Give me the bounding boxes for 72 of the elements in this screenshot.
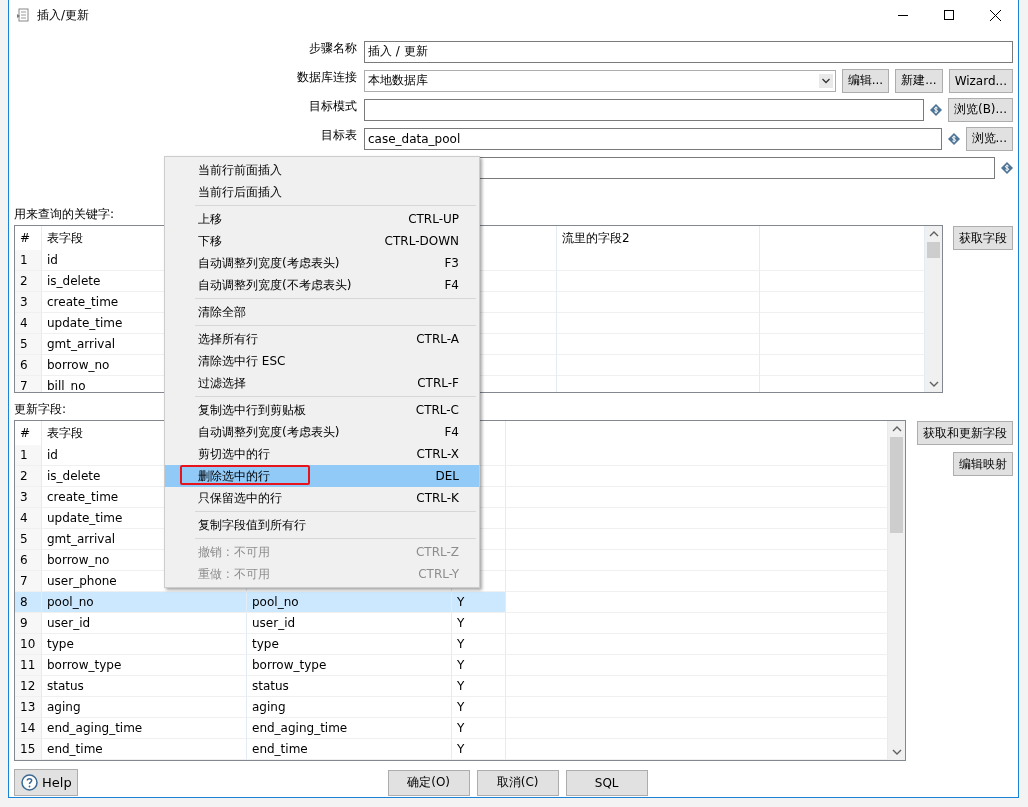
table-cell: end_time [247, 739, 452, 760]
table-row[interactable]: 14 end_aging_time end_aging_time Y [15, 718, 888, 739]
row-number: 3 [15, 487, 42, 508]
menu-item[interactable]: 当前行后面插入 [165, 181, 479, 203]
browse-button[interactable]: 浏览... [965, 126, 1013, 151]
row-number: 14 [15, 718, 42, 739]
section-label: 更新字段: [14, 401, 67, 418]
table-row[interactable]: 9 user_id user_id Y [15, 613, 888, 634]
row-number: 1 [15, 445, 42, 466]
row-number: 6 [15, 355, 42, 376]
text-field[interactable] [364, 98, 924, 121]
row-number: 5 [15, 334, 42, 355]
get-fields-button[interactable]: 获取字段 [953, 226, 1013, 250]
table-row[interactable]: 15 end_time end_time Y [15, 739, 888, 760]
scroll-thumb[interactable] [927, 242, 940, 258]
table-row[interactable]: 12 status status Y [15, 676, 888, 697]
menu-item[interactable]: 当前行前面插入 [165, 159, 479, 181]
row-number: 7 [15, 571, 42, 592]
maximize-icon [944, 10, 954, 20]
text-field[interactable]: case_data_pool [364, 127, 942, 150]
scroll-down-icon[interactable] [891, 749, 902, 755]
scroll-thumb[interactable] [890, 437, 903, 533]
scroll-up-icon[interactable] [928, 231, 939, 237]
chevron-down-icon [818, 73, 833, 88]
row-number: 10 [15, 634, 42, 655]
row-number: 15 [15, 739, 42, 760]
row-number: 4 [15, 313, 42, 334]
field-label: 目标模式 [308, 98, 357, 115]
scrollbar[interactable] [925, 226, 942, 392]
table-row[interactable]: 10 type type Y [15, 634, 888, 655]
edit-button[interactable]: 编辑... [841, 68, 890, 93]
menu-item[interactable]: 复制选中行到剪贴板 CTRL-C [165, 399, 479, 421]
window-title: 插入/更新 [37, 6, 91, 24]
get-update-fields-button[interactable]: 获取和更新字段 [917, 421, 1013, 445]
table-row[interactable]: 13 aging aging Y [15, 697, 888, 718]
edit-mapping-button[interactable]: 编辑映射 [953, 452, 1013, 476]
field-label: 步骤名称 [308, 40, 357, 57]
row-number: 7 [15, 376, 42, 392]
close-icon [989, 9, 1001, 21]
menu-item[interactable]: 删除选中的行 DEL [165, 465, 479, 487]
row-number: 1 [15, 250, 42, 271]
row-number: 2 [15, 466, 42, 487]
section-label: 用来查询的关键字: [14, 206, 115, 223]
ok-button[interactable]: 确定(O) [387, 769, 470, 796]
wizard-button[interactable]: Wizard... [948, 68, 1013, 93]
table-row[interactable]: 11 borrow_type borrow_type Y [15, 655, 888, 676]
text-field[interactable]: 插入 / 更新 [364, 40, 1013, 63]
row-number: 5 [15, 529, 42, 550]
sql-button[interactable]: SQL [565, 769, 648, 796]
browse-button[interactable]: 浏览(B)... [947, 97, 1013, 122]
help-icon [21, 774, 38, 791]
table-row[interactable]: 8 pool_no pool_no Y [15, 592, 888, 613]
row-number: 3 [15, 292, 42, 313]
scrollbar[interactable] [888, 421, 905, 760]
cancel-button[interactable]: 取消(C) [476, 769, 559, 796]
row-number: 2 [15, 271, 42, 292]
field-label: 数据库连接 [296, 69, 357, 86]
row-number: 4 [15, 508, 42, 529]
row-number: 12 [15, 676, 42, 697]
row-number: 11 [15, 655, 42, 676]
step-icon [17, 8, 29, 22]
row-number: 8 [15, 592, 42, 613]
row-number: 6 [15, 550, 42, 571]
new-button[interactable]: 新建... [895, 68, 943, 93]
row-number: 9 [15, 613, 42, 634]
table-cell: end_time [42, 739, 247, 760]
field-label: 目标表 [320, 127, 357, 144]
row-number: 13 [15, 697, 42, 718]
scroll-up-icon[interactable] [891, 426, 902, 432]
connection-dropdown[interactable]: 本地数据库 [364, 69, 836, 92]
help-button[interactable]: Help [14, 769, 78, 796]
scroll-down-icon[interactable] [928, 381, 939, 387]
